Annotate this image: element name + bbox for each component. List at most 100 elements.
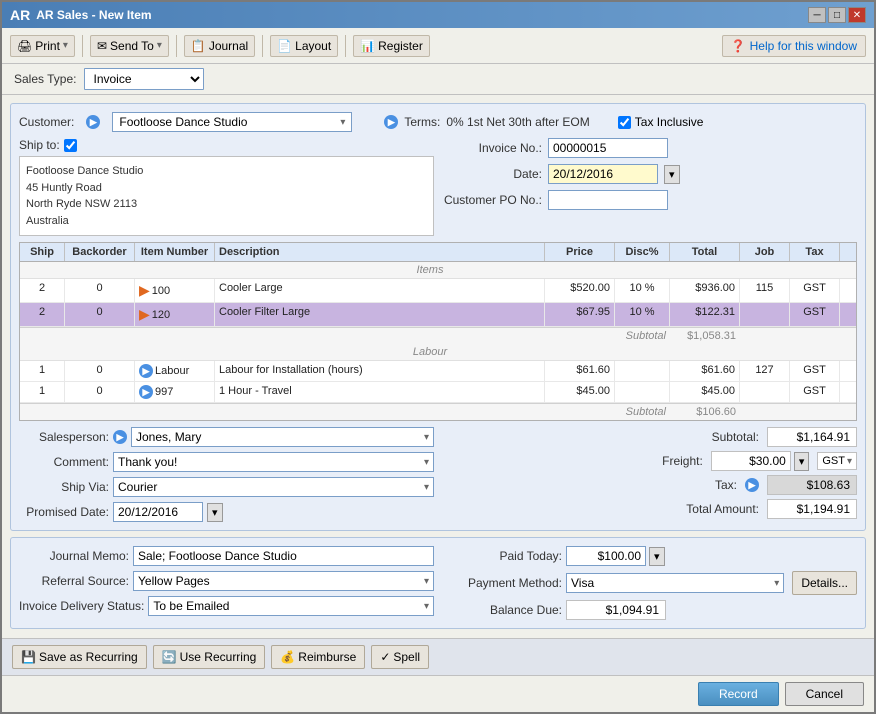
td-total: $936.00 — [670, 279, 740, 302]
promised-date-picker[interactable]: ▾ — [207, 503, 223, 522]
send-to-button[interactable]: ✉ Send To ▾ — [90, 35, 169, 57]
payment-method-row: Payment Method: Visa ▾ Details... — [442, 571, 857, 595]
comment-select[interactable]: Thank you! ▾ — [113, 452, 434, 472]
layout-button[interactable]: 📄 Layout — [270, 35, 338, 57]
td-total: $61.60 — [670, 361, 740, 381]
journal-memo-label: Journal Memo: — [19, 549, 129, 563]
promised-date-input[interactable] — [113, 502, 203, 522]
customer-row: Customer: ▶ Footloose Dance Studio ▾ ▶ T… — [19, 112, 857, 132]
delivery-status-select[interactable]: To be Emailed ▾ — [148, 596, 434, 616]
td-disc — [615, 382, 670, 402]
paid-today-dropdown[interactable]: ▾ — [649, 547, 665, 566]
sales-type-label: Sales Type: — [14, 72, 76, 86]
balance-due-value: $1,094.91 — [566, 600, 666, 620]
tax-value: $108.63 — [767, 475, 857, 495]
td-scroll-cell — [840, 303, 856, 326]
items-subtotal-label: Subtotal — [20, 328, 670, 344]
row-nav-icon[interactable]: ▶ — [139, 306, 150, 323]
ship-address-line3: North Ryde NSW 2113 — [26, 196, 427, 213]
register-button[interactable]: 📊 Register — [353, 35, 430, 57]
invoice-number-input[interactable]: 00000015 — [548, 138, 668, 158]
terms-value: 0% 1st Net 30th after EOM — [446, 115, 589, 129]
terms-row: ▶ Terms: 0% 1st Net 30th after EOM — [384, 115, 589, 129]
comment-dropdown-arrow: ▾ — [424, 457, 429, 468]
items-subtotal-value: $1,058.31 — [670, 328, 740, 344]
maximize-button[interactable]: □ — [828, 7, 846, 23]
freight-tax-select[interactable]: GST ▾ — [817, 452, 857, 470]
tax-inclusive-label[interactable]: Tax Inclusive — [618, 115, 704, 129]
row-nav-icon[interactable]: ▶ — [139, 282, 150, 299]
ship-via-select[interactable]: Courier ▾ — [113, 477, 434, 497]
reimburse-button[interactable]: 💰 Reimburse — [271, 645, 365, 669]
delivery-status-label: Invoice Delivery Status: — [19, 599, 144, 613]
table-row[interactable]: 2 0 ▶100 Cooler Large $520.00 10 % $936.… — [20, 279, 856, 303]
freight-input[interactable] — [711, 451, 791, 471]
table-row[interactable]: 1 0 ▶Labour Labour for Installation (hou… — [20, 361, 856, 382]
cancel-button[interactable]: Cancel — [785, 682, 864, 706]
main-window: AR AR Sales - New Item ─ □ ✕ 🖨 Print ▾ ✉… — [0, 0, 876, 714]
minimize-button[interactable]: ─ — [808, 7, 826, 23]
terms-nav-icon[interactable]: ▶ — [384, 115, 398, 129]
table-body: Items 2 0 ▶100 Cooler Large $520.00 10 %… — [20, 262, 856, 420]
totals-section: Subtotal: $1,164.91 Freight: ▾ GST ▾ — [442, 427, 857, 522]
salesperson-select[interactable]: Jones, Mary ▾ — [131, 427, 434, 447]
terms-label: Terms: — [404, 115, 440, 129]
date-picker-button[interactable]: ▾ — [664, 165, 680, 184]
salesperson-nav-icon[interactable]: ▶ — [113, 430, 127, 444]
table-row[interactable]: 1 0 ▶997 1 Hour - Travel $45.00 $45.00 G… — [20, 382, 856, 403]
tax-info-icon[interactable]: ▶ — [745, 478, 759, 492]
journal-memo-input[interactable] — [133, 546, 434, 566]
row-nav-icon[interactable]: ▶ — [139, 364, 153, 378]
help-label: Help for this window — [750, 39, 857, 53]
memo-left: Journal Memo: Referral Source: Yellow Pa… — [19, 546, 434, 620]
details-button[interactable]: Details... — [792, 571, 857, 595]
promised-date-group: Promised Date: ▾ — [19, 502, 434, 522]
delivery-status-row: Invoice Delivery Status: To be Emailed ▾ — [19, 596, 434, 616]
tax-inclusive-checkbox[interactable] — [618, 116, 631, 129]
referral-dropdown-arrow: ▾ — [424, 576, 429, 587]
ship-to-checkbox[interactable] — [64, 139, 77, 152]
items-section-header: Items — [20, 262, 856, 279]
sales-type-select[interactable]: Invoice Quote Order — [84, 68, 204, 90]
invoice-po-input[interactable] — [548, 190, 668, 210]
customer-nav-icon[interactable]: ▶ — [86, 115, 100, 129]
invoice-date-input[interactable] — [548, 164, 658, 184]
help-icon: ❓ — [731, 39, 746, 53]
ship-to-label: Ship to: — [19, 138, 60, 152]
payment-method-select[interactable]: Visa ▾ — [566, 573, 784, 593]
td-price: $67.95 — [545, 303, 615, 326]
comment-value: Thank you! — [118, 455, 177, 469]
td-ship: 2 — [20, 279, 65, 302]
spell-button[interactable]: ✓ Spell — [371, 645, 429, 669]
record-button[interactable]: Record — [698, 682, 779, 706]
promised-date-label: Promised Date: — [19, 505, 109, 519]
td-disc: 10 % — [615, 279, 670, 302]
journal-label: Journal — [209, 39, 248, 53]
referral-source-value: Yellow Pages — [138, 574, 210, 588]
freight-dropdown[interactable]: ▾ — [794, 452, 810, 471]
close-button[interactable]: ✕ — [848, 7, 866, 23]
td-total: $122.31 — [670, 303, 740, 326]
table-row[interactable]: 2 0 ▶120 Cooler Filter Large $67.95 10 %… — [20, 303, 856, 327]
reimburse-label: Reimburse — [298, 650, 356, 664]
td-tax: GST — [790, 382, 840, 402]
journal-button[interactable]: 📋 Journal — [184, 35, 255, 57]
send-to-icon: ✉ — [97, 39, 107, 53]
paid-today-label: Paid Today: — [442, 549, 562, 563]
table-header: Ship Backorder Item Number Description P… — [20, 243, 856, 262]
td-item: ▶997 — [135, 382, 215, 402]
print-button[interactable]: 🖨 Print ▾ — [10, 35, 75, 57]
memo-panel: Journal Memo: Referral Source: Yellow Pa… — [10, 537, 866, 629]
td-tax: GST — [790, 303, 840, 326]
save-recurring-button[interactable]: 💾 Save as Recurring — [12, 645, 147, 669]
comment-label: Comment: — [19, 455, 109, 469]
window-title: AR Sales - New Item — [36, 8, 151, 22]
row-nav-icon[interactable]: ▶ — [139, 385, 153, 399]
customer-select[interactable]: Footloose Dance Studio ▾ — [112, 112, 352, 132]
ship-address-line4: Australia — [26, 213, 427, 230]
referral-source-select[interactable]: Yellow Pages ▾ — [133, 571, 434, 591]
help-button[interactable]: ❓ Help for this window — [722, 35, 866, 57]
paid-today-input[interactable] — [566, 546, 646, 566]
use-recurring-button[interactable]: 🔄 Use Recurring — [153, 645, 266, 669]
comment-group: Comment: Thank you! ▾ — [19, 452, 434, 472]
